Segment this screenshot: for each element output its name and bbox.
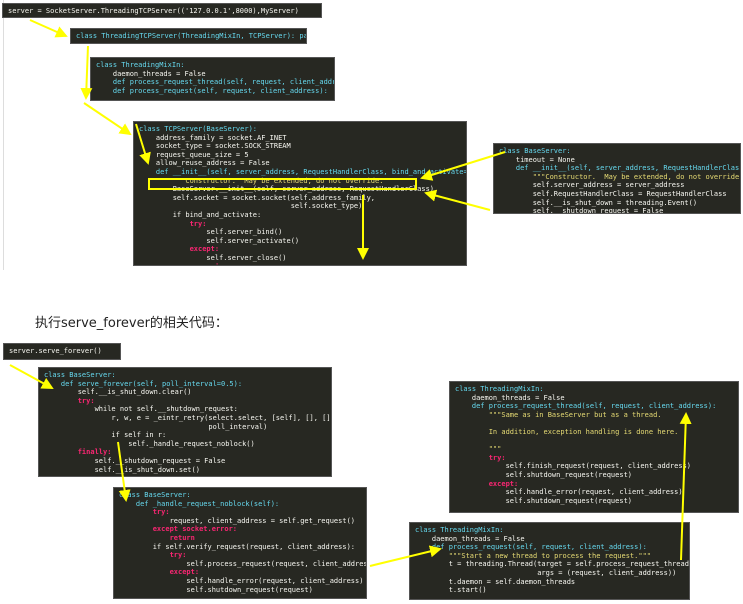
- code-line: args = (request, client_address)): [415, 568, 677, 577]
- code-line: t = threading.Thread(target = self.proce…: [415, 560, 690, 569]
- section-heading: 执行serve_forever的相关代码：: [35, 316, 228, 331]
- code-line: r, w, e = _eintr_retry(select.select, [s…: [44, 413, 332, 422]
- code-line: if bind_and_activate:: [139, 210, 262, 219]
- code-line: except:: [119, 568, 200, 577]
- code-line: daemon_threads = False: [455, 393, 565, 402]
- code-line: except:: [139, 245, 220, 254]
- code-line: if self.verify_request(request, client_a…: [119, 542, 356, 551]
- code-line: class ThreadingMixIn:: [96, 61, 185, 69]
- code-threading-tcp-server: class ThreadingTCPServer(ThreadingMixIn,…: [70, 28, 307, 44]
- code-line: t.daemon = self.daemon_threads: [415, 577, 576, 586]
- code-line: server.serve_forever(): [9, 347, 102, 355]
- page-left-rule: [3, 0, 4, 270]
- code-line: try:: [119, 508, 170, 517]
- code-line: def process_request_thread(self, request…: [96, 78, 335, 87]
- code-line: def serve_forever(self, poll_interval=0.…: [44, 379, 243, 388]
- arrow-icon: [80, 45, 93, 100]
- code-line: self.server_activate(): [139, 236, 300, 245]
- code-line: """Constructor. May be extended, do not …: [499, 172, 741, 181]
- code-process-request: class ThreadingMixIn: daemon_threads = F…: [409, 522, 690, 600]
- code-line: self.server_close(): [139, 253, 287, 262]
- code-line: class ThreadingMixIn:: [455, 385, 544, 393]
- code-server-init: server = SocketServer.ThreadingTCPServer…: [2, 3, 322, 18]
- code-line: def __init__(self, server_address, Reque…: [139, 167, 467, 176]
- code-line: try:: [119, 551, 187, 560]
- code-line: self.RequestHandlerClass = RequestHandle…: [499, 189, 727, 198]
- code-line: def _handle_request_noblock(self):: [119, 499, 280, 508]
- code-line: request_queue_size = 5: [139, 150, 249, 159]
- code-line: address_family = socket.AF_INET: [139, 133, 287, 142]
- code-line: """Start a new thread to process the req…: [415, 551, 652, 560]
- code-line: self.handle_error(request, client_addres…: [455, 488, 683, 497]
- code-line: def process_request(self, request, clien…: [96, 86, 328, 95]
- code-serve-forever: class BaseServer: def serve_forever(self…: [38, 367, 332, 477]
- code-line: class BaseServer:: [119, 491, 191, 499]
- code-line: if self in r:: [44, 431, 167, 440]
- code-line: self.__is_shut_down = threading.Event(): [499, 198, 698, 207]
- code-line: self.handle_error(request, client_addres…: [119, 576, 364, 585]
- code-line: def __init__(self, server_address, Reque…: [499, 164, 741, 173]
- code-line: try:: [44, 396, 95, 405]
- code-line: self.__is_shut_down.clear(): [44, 388, 192, 397]
- code-line: self.process_request(request, client_add…: [119, 559, 367, 568]
- code-handle-request-noblock: class BaseServer: def _handle_request_no…: [113, 487, 367, 599]
- code-line: try:: [455, 453, 506, 462]
- code-line: daemon_threads = False: [415, 534, 525, 543]
- code-line: class BaseServer:: [44, 371, 116, 379]
- code-line: def process_request_thread(self, request…: [455, 402, 717, 411]
- code-line: self.socket = socket.socket(self.address…: [139, 193, 376, 202]
- code-line: """: [455, 445, 502, 454]
- code-line: class ThreadingMixIn:: [415, 526, 504, 534]
- code-line: timeout = None: [499, 155, 575, 164]
- code-line: self.shutdown_request(request): [455, 496, 633, 505]
- code-line: self.socket_type): [139, 202, 363, 211]
- code-line: try:: [139, 219, 207, 228]
- code-line: self.__shutdown_request = False: [499, 207, 664, 214]
- code-line: return: [119, 533, 195, 542]
- highlight-box-baseserver-init-call: [148, 178, 417, 190]
- code-line: self.__shutdown_request = False: [44, 456, 226, 465]
- arrow-icon: [83, 102, 132, 136]
- code-threading-mixin-summary: class ThreadingMixIn: daemon_threads = F…: [90, 57, 335, 101]
- code-line: raise: [139, 263, 461, 266]
- code-line: allow_reuse_address = False: [139, 159, 270, 168]
- code-baseserver-init: class BaseServer: timeout = None def __i…: [493, 143, 741, 214]
- arrow-icon: [29, 19, 68, 38]
- code-line: server = SocketServer.ThreadingTCPServer…: [8, 7, 299, 15]
- code-line: self.server_address = server_address: [499, 181, 685, 190]
- code-tcpserver: class TCPServer(BaseServer): address_fam…: [133, 121, 467, 266]
- code-line: class TCPServer(BaseServer):: [139, 125, 258, 133]
- code-line: self.shutdown_request(request): [455, 470, 633, 479]
- code-line: self.__is_shut_down.set(): [44, 465, 200, 474]
- code-line: finally:: [44, 448, 112, 457]
- code-line: poll_interval): [44, 422, 268, 431]
- code-line: t.start(): [415, 586, 487, 595]
- code-serve-forever-call: server.serve_forever(): [3, 343, 121, 360]
- code-line: In addition, exception handling is done …: [455, 427, 679, 436]
- code-line: socket_type = socket.SOCK_STREAM: [139, 142, 291, 151]
- code-process-request-thread: class ThreadingMixIn: daemon_threads = F…: [449, 381, 739, 513]
- code-line: except socket.error:: [119, 525, 238, 534]
- code-line: while not self.__shutdown_request:: [44, 405, 238, 414]
- code-line: except:: [455, 479, 519, 488]
- code-line: """Same as in BaseServer but as a thread…: [455, 410, 662, 419]
- code-line: self.server_bind(): [139, 228, 283, 237]
- code-line: class ThreadingTCPServer(ThreadingMixIn,…: [76, 32, 307, 40]
- code-line: self.finish_request(request, client_addr…: [455, 462, 692, 471]
- code-line: self.shutdown_request(request): [119, 585, 313, 594]
- code-line: self._handle_request_noblock(): [44, 439, 255, 448]
- code-line: request, client_address = self.get_reque…: [119, 516, 356, 525]
- code-line: daemon_threads = False: [96, 69, 206, 78]
- code-line: class BaseServer:: [499, 147, 571, 155]
- code-line: def process_request(self, request, clien…: [415, 543, 647, 552]
